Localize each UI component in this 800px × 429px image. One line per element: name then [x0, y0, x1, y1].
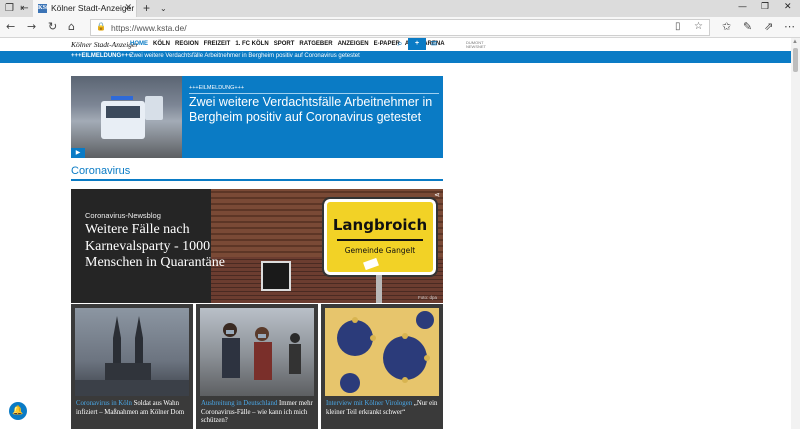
article-card-interview[interactable]: Interview mit Kölner Virologen „Nur ein …: [321, 304, 443, 429]
breaking-label: +++EILMELDUNG+++: [189, 85, 245, 91]
virus-icon: [337, 311, 434, 393]
sign-town-name: Langbroich: [332, 216, 428, 234]
tab-title: Kölner Stadt-Anzeiger: [51, 3, 135, 13]
second-car-shape: [145, 96, 163, 120]
sign-pole: [376, 275, 382, 303]
card-kicker[interactable]: Interview mit Kölner Virologen: [326, 400, 412, 407]
home-icon[interactable]: ⌂: [68, 20, 75, 34]
police-car-image[interactable]: ▶: [71, 76, 182, 158]
close-tab-icon[interactable]: ✕: [124, 2, 132, 13]
scroll-up-arrow-icon[interactable]: ▲: [792, 39, 798, 45]
card-title-interview[interactable]: Interview mit Kölner Virologen „Nur ein …: [326, 400, 440, 417]
sign-divider: [337, 239, 423, 241]
virus-illustration-image[interactable]: [325, 308, 439, 396]
dumont-logo[interactable]: DUMONT NEWSNET: [466, 41, 488, 49]
hamburger-menu-icon[interactable]: ≡: [428, 38, 440, 50]
tab-actions-icon[interactable]: ❐: [3, 2, 16, 15]
maximize-icon[interactable]: ❐: [761, 2, 769, 12]
section-title-coronavirus[interactable]: Coronavirus: [71, 165, 130, 177]
card-title-deutschland[interactable]: Ausbreitung in Deutschland Immer mehr Co…: [201, 400, 315, 426]
photo-credit: Foto: dpa: [417, 295, 437, 300]
scrollbar-thumb[interactable]: [793, 48, 798, 72]
hero-headline[interactable]: Weitere Fälle nach Karnevalsparty - 1000…: [85, 222, 235, 272]
page-scrollbar[interactable]: ▲: [791, 38, 800, 429]
breaking-news-teaser[interactable]: ▶ +++EILMELDUNG+++ Zwei weitere Verdacht…: [71, 76, 443, 158]
cologne-cathedral-image[interactable]: [75, 308, 189, 396]
site-search-icon[interactable]: ⌕: [394, 38, 406, 50]
people-with-masks-image[interactable]: [200, 308, 314, 396]
sign-municipality: Gemeinde Gangelt: [344, 246, 416, 255]
ticker-headline[interactable]: Zwei weitere Verdachtsfälle Arbeitnehmer…: [130, 53, 360, 59]
nav-item-anzeigen[interactable]: ANZEIGEN: [338, 41, 369, 47]
play-video-icon[interactable]: ▶: [71, 148, 85, 158]
tab-preview-dropdown-icon[interactable]: ⌄: [160, 2, 167, 15]
page-viewport: Kölner Stadt-Anzeiger HOME KÖLN REGION F…: [0, 38, 800, 429]
browser-tab-strip: ❐ ⇤ KStA Kölner Stadt-Anzeiger ✕ + ⌄ — ❐…: [0, 0, 800, 17]
house-window-shape: [261, 261, 291, 291]
back-arrow-icon[interactable]: ←: [6, 20, 15, 34]
new-tab-button[interactable]: +: [143, 1, 150, 15]
article-card-deutschland[interactable]: Ausbreitung in Deutschland Immer mehr Co…: [196, 304, 318, 429]
reload-icon[interactable]: ↻: [48, 20, 57, 34]
ticker-label: +++EILMELDUNG+++: [71, 53, 132, 59]
sign-sticker: [363, 257, 379, 271]
card-kicker[interactable]: Ausbreitung in Deutschland: [201, 400, 277, 407]
pen-notes-icon[interactable]: ✎: [743, 20, 752, 34]
town-sign: Langbroich Gemeinde Gangelt: [322, 197, 438, 277]
nav-item-freizeit[interactable]: FREIZEIT: [204, 41, 231, 47]
nav-item-ratgeber[interactable]: RATGEBER: [299, 41, 332, 47]
forward-arrow-icon[interactable]: →: [27, 20, 36, 34]
police-siren-shape: [111, 96, 133, 100]
ksta-plus-button[interactable]: +: [408, 38, 426, 50]
nav-item-home[interactable]: HOME: [130, 41, 148, 47]
police-car-window-shape: [106, 106, 140, 118]
notification-bell-icon[interactable]: 🔔: [9, 402, 27, 420]
favorite-star-icon[interactable]: ☆: [694, 21, 703, 32]
ksta-favicon-icon: KStA: [38, 4, 53, 13]
more-menu-icon[interactable]: ⋯: [784, 20, 795, 34]
breaking-news-ticker[interactable]: +++EILMELDUNG+++ Zwei weitere Verdachtsf…: [0, 51, 791, 63]
lock-icon[interactable]: 🔒: [96, 22, 106, 31]
reading-view-icon[interactable]: ▯: [675, 21, 681, 32]
browser-toolbar: ← → ↻ ⌂ 🔒 https://www.ksta.de/ ▯ ☆ ✩ ✎ ⇗…: [0, 17, 800, 38]
nav-item-sport[interactable]: SPORT: [274, 41, 295, 47]
site-logo[interactable]: Kölner Stadt-Anzeiger: [71, 40, 138, 49]
people-silhouette-icon: [222, 323, 301, 380]
hero-kicker[interactable]: Coronavirus-Newsblog: [85, 211, 161, 220]
breaking-divider: [189, 93, 439, 94]
url-text[interactable]: https://www.ksta.de/: [111, 23, 187, 33]
share-icon[interactable]: ⋖: [434, 191, 440, 199]
article-card-koeln[interactable]: Coronavirus in Köln Soldat aus Wahn infi…: [71, 304, 193, 429]
close-window-icon[interactable]: ✕: [784, 2, 792, 12]
section-underline: [71, 179, 443, 181]
set-aside-tabs-icon[interactable]: ⇤: [18, 2, 31, 15]
tab-ksta[interactable]: KStA Kölner Stadt-Anzeiger ✕: [33, 0, 137, 17]
nav-item-fc-koeln[interactable]: 1. FC KÖLN: [235, 41, 268, 47]
site-navigation: Kölner Stadt-Anzeiger HOME KÖLN REGION F…: [0, 38, 791, 51]
nav-item-region[interactable]: REGION: [175, 41, 199, 47]
minimize-icon[interactable]: —: [738, 2, 747, 12]
card-kicker[interactable]: Coronavirus in Köln: [76, 400, 132, 407]
cathedral-silhouette-icon: [75, 316, 189, 396]
hero-article[interactable]: Langbroich Gemeinde Gangelt Coronavirus-…: [71, 189, 443, 303]
breaking-headline[interactable]: Zwei weitere Verdachtsfälle Arbeitnehmer…: [189, 95, 439, 125]
card-title-koeln[interactable]: Coronavirus in Köln Soldat aus Wahn infi…: [76, 400, 190, 417]
article-cards: Coronavirus in Köln Soldat aus Wahn infi…: [71, 304, 443, 429]
favorites-bar-icon[interactable]: ✩: [722, 20, 731, 34]
nav-item-koeln[interactable]: KÖLN: [153, 41, 170, 47]
address-bar[interactable]: 🔒 https://www.ksta.de/ ▯ ☆: [90, 19, 710, 36]
share-icon[interactable]: ⇗: [764, 20, 773, 34]
